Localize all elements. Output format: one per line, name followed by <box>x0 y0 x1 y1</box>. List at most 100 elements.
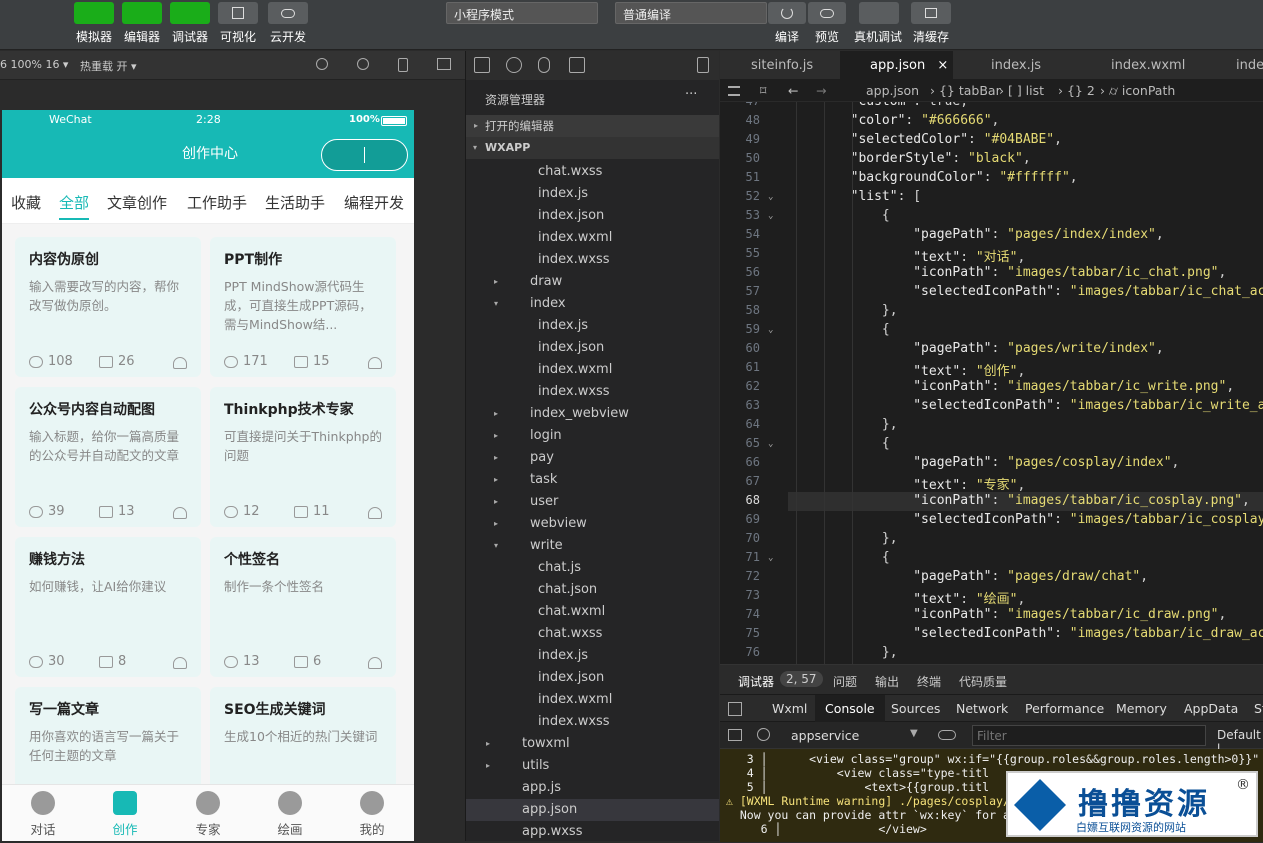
like-button[interactable] <box>368 507 382 519</box>
tree-file[interactable]: chat.js <box>466 557 719 579</box>
preview-button[interactable] <box>808 2 846 24</box>
tab-more[interactable]: St <box>1254 701 1263 716</box>
clear-cache-button[interactable] <box>911 2 951 24</box>
like-button[interactable] <box>173 357 187 369</box>
tree-folder[interactable]: ▸ utils <box>466 755 719 777</box>
phone-icon[interactable] <box>398 58 408 72</box>
forward-icon[interactable]: → <box>816 83 826 98</box>
breadcrumb-file[interactable]: app.json <box>866 83 919 98</box>
tab-index-js[interactable]: index.js <box>960 51 1072 80</box>
back-icon[interactable]: ← <box>788 83 798 98</box>
context-select[interactable]: appservice <box>791 728 859 743</box>
code-editor[interactable]: 47 "custom": true, 48 "color": "#666666",… <box>720 102 1263 664</box>
compile-button[interactable] <box>768 2 806 24</box>
breadcrumb-list[interactable]: › [ ] list <box>999 83 1044 98</box>
tabbar-create[interactable]: 创作 <box>95 791 155 838</box>
tab-memory[interactable]: Memory <box>1116 701 1167 716</box>
tab-terminal[interactable]: 终端 <box>917 673 941 690</box>
like-button[interactable] <box>368 357 382 369</box>
record-icon[interactable] <box>357 58 369 70</box>
tab-network[interactable]: Network <box>956 701 1008 716</box>
close-icon[interactable]: × <box>937 58 948 73</box>
tree-file[interactable]: index.wxml <box>466 227 719 249</box>
feature-card[interactable]: SEO生成关键词 生成10个相近的热门关键词 <box>210 687 396 784</box>
git-branch-icon[interactable] <box>538 57 550 73</box>
tree-file[interactable]: index.wxss <box>466 249 719 271</box>
simulator-toggle[interactable] <box>74 2 114 24</box>
tree-file[interactable]: chat.wxss <box>466 161 719 183</box>
fold-icon[interactable]: ⌄ <box>768 439 773 449</box>
tree-folder[interactable]: ▾ write <box>466 535 719 557</box>
tab-work[interactable]: 工作助手 <box>187 192 247 213</box>
remote-debug-button[interactable] <box>859 2 899 24</box>
tree-file[interactable]: chat.wxss <box>466 623 719 645</box>
tab-favorites[interactable]: 收藏 <box>11 192 41 213</box>
tree-file[interactable]: app.json <box>466 799 719 821</box>
tree-file[interactable]: index.js <box>466 645 719 667</box>
tree-file[interactable]: index.js <box>466 183 719 205</box>
editor-toggle[interactable] <box>122 2 162 24</box>
menu-capsule[interactable] <box>321 139 408 171</box>
debugger-toggle[interactable] <box>170 2 210 24</box>
tab-index[interactable]: index <box>1205 51 1263 80</box>
tab-index-wxml[interactable]: index.wxml <box>1080 51 1200 80</box>
tabbar-expert[interactable]: 专家 <box>178 791 238 838</box>
tree-file[interactable]: chat.json <box>466 579 719 601</box>
device-zoom-select[interactable]: 6 100% 16 ▾ <box>0 58 68 71</box>
tree-file[interactable]: index.json <box>466 205 719 227</box>
tab-console[interactable]: Console <box>815 695 885 722</box>
like-button[interactable] <box>173 507 187 519</box>
fold-icon[interactable]: ⌄ <box>768 211 773 221</box>
tree-file[interactable]: index.wxml <box>466 359 719 381</box>
tab-coding[interactable]: 编程开发 <box>344 192 404 213</box>
tab-code-quality[interactable]: 代码质量 <box>959 673 1007 690</box>
cloud-toggle[interactable] <box>268 2 308 24</box>
tree-folder[interactable]: ▸ webview <box>466 513 719 535</box>
feature-card[interactable]: 公众号内容自动配图 输入标题，给你一篇高质量的公众号并自动配文的文章 39 13 <box>15 387 201 527</box>
collapse-panel-icon[interactable] <box>697 57 709 73</box>
menu-icon[interactable] <box>728 86 740 96</box>
tree-file[interactable]: index.json <box>466 667 719 689</box>
tab-debugger[interactable]: 调试器 <box>738 673 774 690</box>
files-icon[interactable] <box>474 57 490 73</box>
tree-file[interactable]: index.js <box>466 315 719 337</box>
tree-file[interactable]: index.wxss <box>466 381 719 403</box>
feature-card[interactable]: PPT制作 PPT MindShow源代码生成，可直接生成PPT源码，需与Mind… <box>210 237 396 377</box>
project-root[interactable]: ▾ WXAPP <box>466 137 719 159</box>
tree-folder[interactable]: ▸ pay <box>466 447 719 469</box>
bookmark-icon[interactable]: ⌑ <box>760 83 766 98</box>
clear-console-icon[interactable] <box>757 728 770 741</box>
feature-card[interactable]: 个性签名 制作一条个性签名 13 6 <box>210 537 396 677</box>
breadcrumb-tabbar[interactable]: › {} tabBar <box>930 83 1001 98</box>
fold-icon[interactable]: ⌄ <box>768 325 773 335</box>
fold-icon[interactable]: ⌄ <box>768 553 773 563</box>
feature-card[interactable]: 赚钱方法 如何赚钱，让AI给你建议 30 8 <box>15 537 201 677</box>
tab-sources[interactable]: Sources <box>891 701 940 716</box>
tree-file[interactable]: index.json <box>466 337 719 359</box>
tree-file[interactable]: index.wxml <box>466 689 719 711</box>
breadcrumb-index[interactable]: › {} 2 <box>1058 83 1095 98</box>
like-button[interactable] <box>368 657 382 669</box>
like-button[interactable] <box>173 657 187 669</box>
tree-folder[interactable]: ▸ user <box>466 491 719 513</box>
tab-appdata[interactable]: AppData <box>1184 701 1238 716</box>
visual-toggle[interactable] <box>218 2 258 24</box>
tab-problems[interactable]: 问题 <box>833 673 857 690</box>
fold-icon[interactable]: ⌄ <box>768 192 773 202</box>
feature-card[interactable]: Thinkphp技术专家 可直接提问关于Thinkphp的问题 12 11 <box>210 387 396 527</box>
detach-icon[interactable] <box>437 58 451 70</box>
tree-folder[interactable]: ▸ draw <box>466 271 719 293</box>
inspect-icon[interactable] <box>728 702 742 716</box>
more-icon[interactable]: ··· <box>685 87 697 102</box>
compile-select[interactable]: 普通编译 <box>615 2 767 24</box>
tab-output[interactable]: 输出 <box>875 673 899 690</box>
tabbar-chat[interactable]: 对话 <box>13 791 73 838</box>
tree-file[interactable]: index.wxss <box>466 711 719 733</box>
extensions-icon[interactable] <box>569 57 585 73</box>
search-icon[interactable] <box>506 57 522 73</box>
rotate-icon[interactable] <box>316 58 328 70</box>
mode-select[interactable]: 小程序模式 <box>446 2 598 24</box>
tree-folder[interactable]: ▸ towxml <box>466 733 719 755</box>
tree-file[interactable]: chat.wxml <box>466 601 719 623</box>
tab-siteinfo-js[interactable]: siteinfo.js <box>720 51 832 80</box>
